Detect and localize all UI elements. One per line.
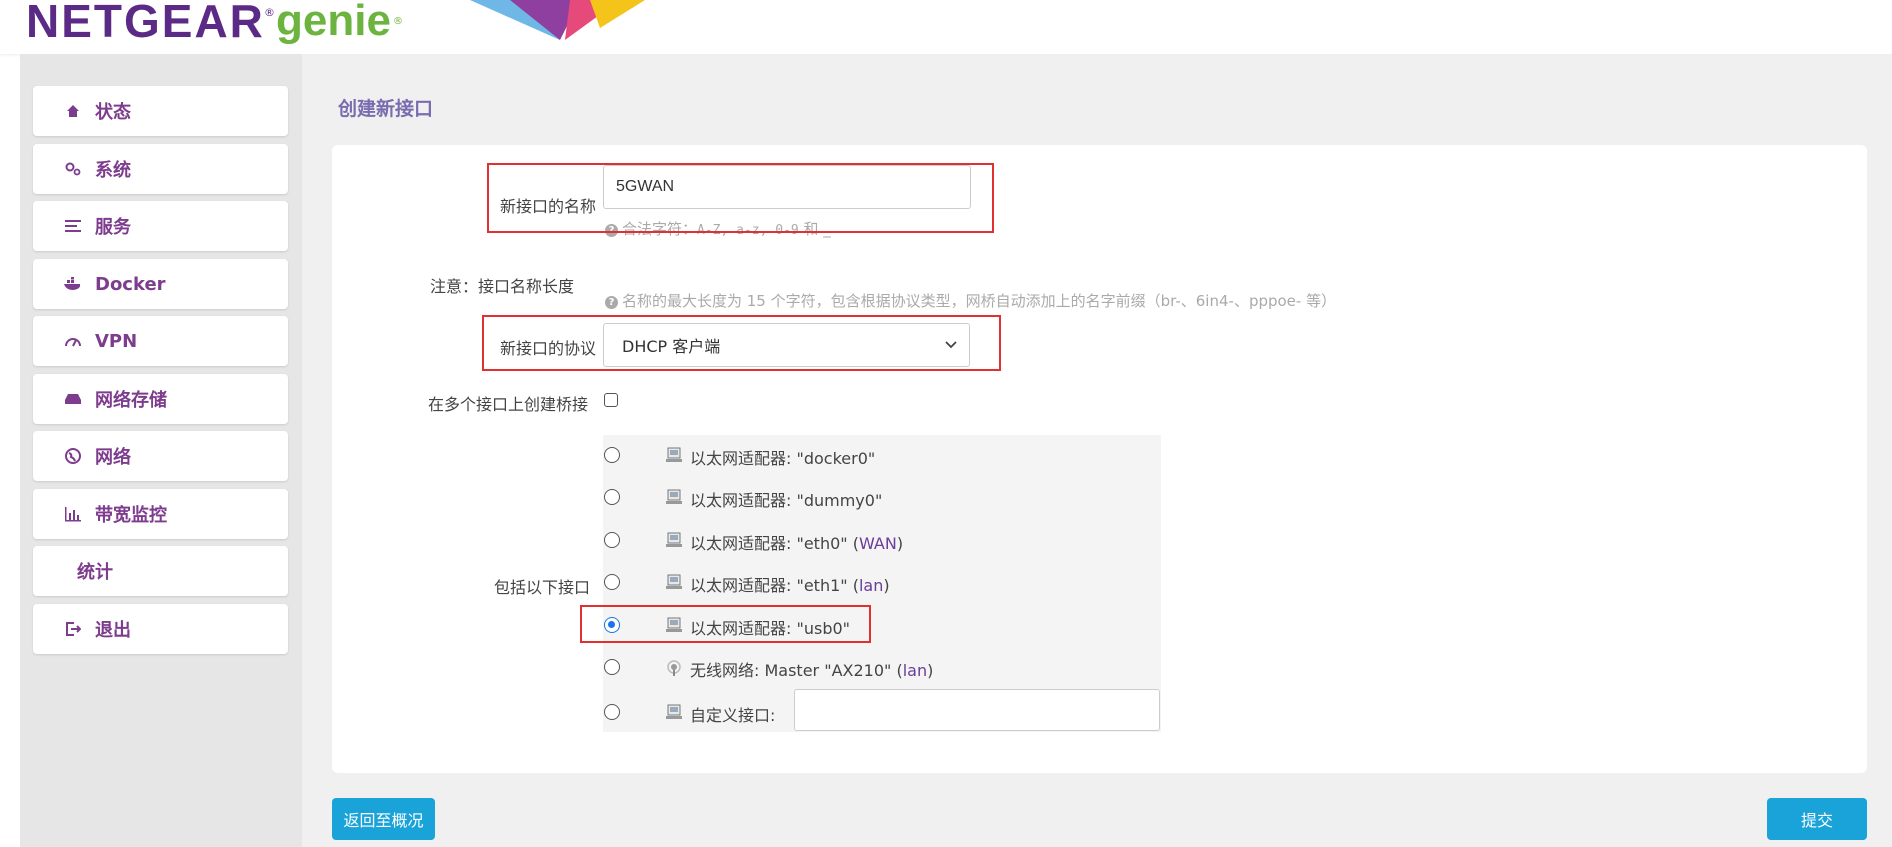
note-hint: ? 名称的最大长度为 15 个字符，包含根据协议类型，网桥自动添加上的名字前缀（b… xyxy=(605,290,1336,311)
bridge-checkbox[interactable] xyxy=(604,393,618,407)
ethernet-adapter-icon xyxy=(666,447,682,462)
interface-radio-docker0[interactable] xyxy=(604,447,620,463)
docker-icon xyxy=(63,274,83,294)
drive-icon xyxy=(63,389,83,409)
gears-icon xyxy=(63,159,83,179)
help-icon: ? xyxy=(605,296,618,309)
sidebar-item-network-storage[interactable]: 网络存储 xyxy=(33,374,288,424)
back-to-overview-button[interactable]: 返回至概况 xyxy=(332,798,435,840)
interface-name-label: 新接口的名称 xyxy=(499,197,596,216)
zone-tag-lan: lan xyxy=(902,661,928,680)
interface-radio-dummy0[interactable] xyxy=(604,489,620,505)
bar-chart-icon xyxy=(63,504,83,524)
list-icon xyxy=(63,216,83,236)
page-title: 创建新接口 xyxy=(338,98,434,120)
gauge-icon xyxy=(63,331,83,351)
ethernet-adapter-icon xyxy=(666,532,682,547)
ethernet-adapter-icon xyxy=(666,574,682,589)
sidebar-item-label: 网络存储 xyxy=(95,390,167,411)
wireless-icon xyxy=(667,660,681,676)
interface-label-custom: 自定义接口: xyxy=(690,706,776,725)
interface-label-eth0: 以太网适配器: "eth0" (WAN) xyxy=(690,534,904,553)
sidebar-item-label: VPN xyxy=(95,330,138,352)
sidebar-item-label: 退出 xyxy=(95,620,131,641)
sidebar-item-label: 系统 xyxy=(95,160,131,181)
sidebar-item-network[interactable]: 网络 xyxy=(33,431,288,481)
logo-registered-mark-2: ® xyxy=(393,16,403,27)
sidebar-item-vpn[interactable]: VPN xyxy=(33,316,288,366)
interface-radio-usb0[interactable] xyxy=(604,617,620,633)
sidebar-item-label: 状态 xyxy=(95,102,131,123)
sidebar-item-label: Docker xyxy=(95,273,166,295)
interface-label-usb0: 以太网适配器: "usb0" xyxy=(690,619,851,638)
interface-name-hint: ? 合法字符：A-Z, a-z, 0-9 和 _ xyxy=(605,218,831,239)
sidebar-item-label: 服务 xyxy=(95,217,131,238)
interface-name-input[interactable] xyxy=(603,165,971,209)
sidebar: 状态 系统 服务 Docker VPN 网络存储 网络 带宽监控 统计 退出 xyxy=(20,54,302,847)
custom-interface-input[interactable] xyxy=(794,689,1160,731)
ethernet-adapter-icon xyxy=(666,489,682,504)
interface-radio-eth1[interactable] xyxy=(604,574,620,590)
interface-label-docker0: 以太网适配器: "docker0" xyxy=(690,449,876,468)
logo-registered-mark: ® xyxy=(264,6,275,19)
interface-label-ax210: 无线网络: Master "AX210" (lan) xyxy=(690,661,934,680)
sidebar-item-system[interactable]: 系统 xyxy=(33,144,288,194)
logo-product: genie xyxy=(276,0,391,45)
submit-button[interactable]: 提交 xyxy=(1767,798,1867,840)
sidebar-item-label: 网络 xyxy=(95,447,131,468)
protocol-selected-value: DHCP 客户端 xyxy=(622,337,721,356)
header: NETGEAR ® genie ® xyxy=(0,0,1892,54)
bridge-label: 在多个接口上创建桥接 xyxy=(428,395,589,414)
home-icon xyxy=(63,101,83,121)
ethernet-adapter-icon xyxy=(666,704,682,719)
sidebar-item-statistics[interactable]: 统计 xyxy=(33,546,288,596)
sidebar-item-logout[interactable]: 退出 xyxy=(33,604,288,654)
help-icon: ? xyxy=(605,224,618,237)
note-label: 注意：接口名称长度 xyxy=(430,277,575,296)
zone-tag-wan: WAN xyxy=(858,534,897,553)
chevron-down-icon xyxy=(945,341,957,349)
sidebar-item-label: 统计 xyxy=(77,562,113,583)
protocol-label: 新接口的协议 xyxy=(499,339,596,358)
logo-brand: NETGEAR xyxy=(26,0,265,47)
interface-label-dummy0: 以太网适配器: "dummy0" xyxy=(690,491,883,510)
interface-label-eth1: 以太网适配器: "eth1" (lan) xyxy=(690,576,890,595)
sidebar-item-docker[interactable]: Docker xyxy=(33,259,288,309)
globe-icon xyxy=(63,446,83,466)
sidebar-item-status[interactable]: 状态 xyxy=(33,86,288,136)
sidebar-item-bandwidth-monitor[interactable]: 带宽监控 xyxy=(33,489,288,539)
logout-icon xyxy=(63,619,83,639)
protocol-select[interactable]: DHCP 客户端 xyxy=(603,323,970,367)
ethernet-adapter-icon xyxy=(666,617,682,632)
interface-radio-ax210[interactable] xyxy=(604,659,620,675)
include-interfaces-label: 包括以下接口 xyxy=(494,578,591,597)
logo-graphic-icon xyxy=(470,0,645,40)
zone-tag-lan: lan xyxy=(858,576,884,595)
interface-radio-custom[interactable] xyxy=(604,704,620,720)
interface-radio-eth0[interactable] xyxy=(604,532,620,548)
sidebar-item-label: 带宽监控 xyxy=(95,505,167,526)
sidebar-item-services[interactable]: 服务 xyxy=(33,201,288,251)
